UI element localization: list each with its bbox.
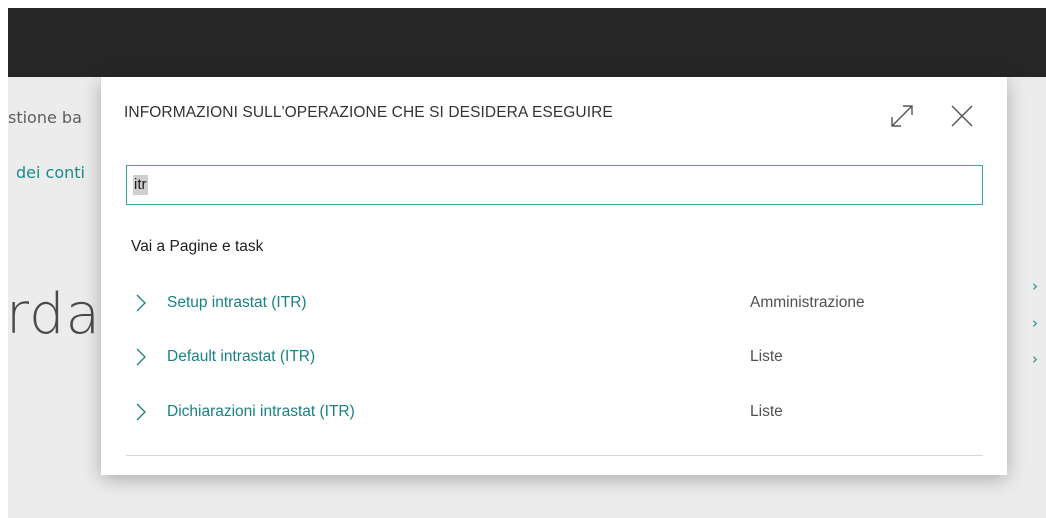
chevron-right-icon — [134, 401, 148, 423]
close-button[interactable] — [947, 101, 977, 131]
background-page-title: rda — [6, 282, 101, 347]
app-top-bar — [8, 8, 1046, 77]
chevron-right-icon — [134, 346, 148, 368]
background-link[interactable]: dei conti — [16, 163, 85, 182]
section-heading: Vai a Pagine e task — [131, 238, 264, 255]
search-value: itr — [133, 175, 148, 195]
dialog-title: INFORMAZIONI SULL'OPERAZIONE CHE SI DESI… — [124, 104, 613, 121]
window-top-strip — [0, 0, 1046, 8]
expand-button[interactable] — [887, 101, 917, 131]
chevron-right-icon[interactable]: › — [1032, 350, 1038, 368]
result-category: Liste — [750, 403, 783, 420]
result-title[interactable]: Dichiarazioni intrastat (ITR) — [167, 403, 355, 421]
result-row[interactable]: Setup intrastat (ITR) Amministrazione — [126, 284, 983, 324]
result-category: Amministrazione — [750, 294, 865, 311]
search-field[interactable]: itr — [126, 165, 983, 205]
result-title[interactable]: Default intrastat (ITR) — [167, 348, 315, 366]
result-row[interactable]: Dichiarazioni intrastat (ITR) Liste — [126, 393, 983, 433]
chevron-right-icon[interactable]: › — [1032, 277, 1038, 295]
result-title[interactable]: Setup intrastat (ITR) — [167, 294, 307, 312]
chevron-right-icon — [134, 292, 148, 314]
window-left-edge — [0, 0, 8, 518]
background-breadcrumb: stione ba — [8, 108, 82, 127]
result-row[interactable]: Default intrastat (ITR) Liste — [126, 338, 983, 378]
result-category: Liste — [750, 348, 783, 365]
tell-me-dialog: INFORMAZIONI SULL'OPERAZIONE CHE SI DESI… — [101, 77, 1007, 475]
search-input[interactable] — [127, 166, 982, 204]
dialog-divider — [126, 455, 983, 456]
close-icon — [947, 101, 977, 131]
expand-icon — [887, 101, 917, 131]
chevron-right-icon[interactable]: › — [1032, 314, 1038, 332]
